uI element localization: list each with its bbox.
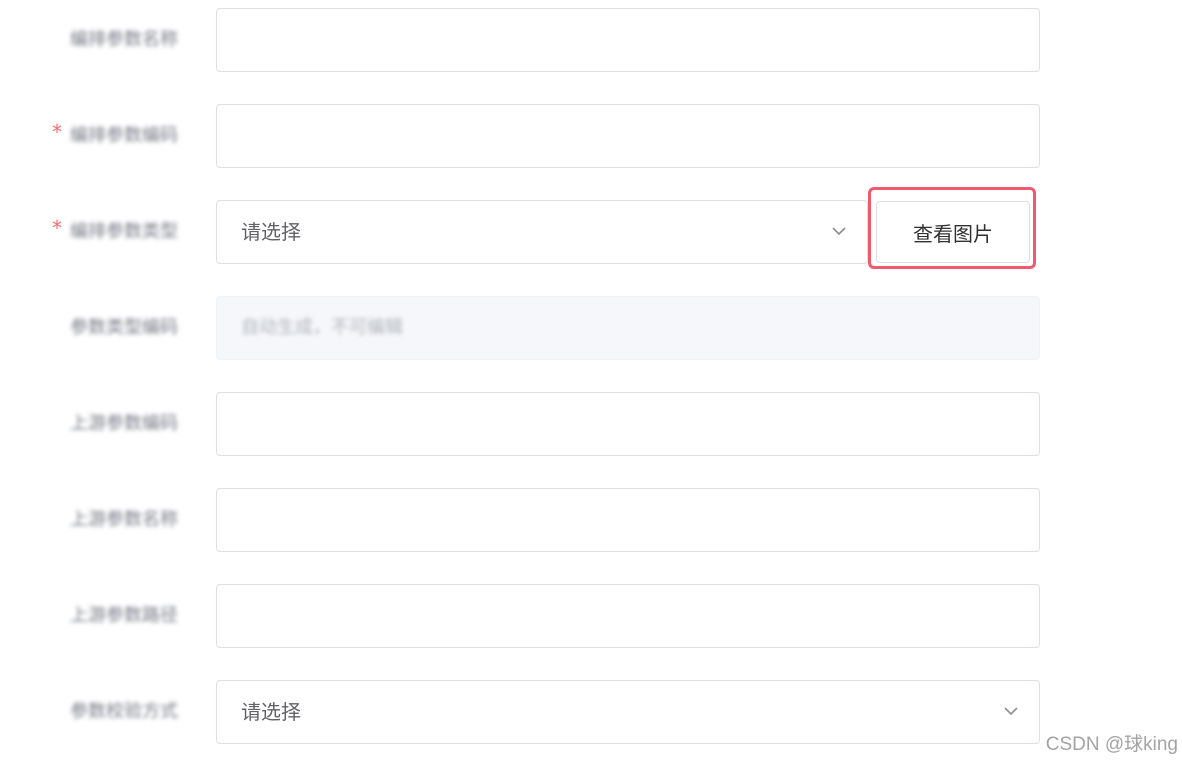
required-mark: * xyxy=(52,216,62,240)
field-label: 参数类型编码 xyxy=(70,318,178,338)
field-label: 参数校验方式 xyxy=(70,702,178,722)
form-row-arrange-param-name: 编排参数名称 xyxy=(0,8,1182,72)
field-label: 编排参数名称 xyxy=(70,30,178,50)
watermark: CSDN @球king xyxy=(1045,734,1178,755)
upstream-param-name-input[interactable] xyxy=(216,488,1040,552)
chevron-down-icon[interactable] xyxy=(1003,703,1018,717)
field-label: 上游参数编码 xyxy=(70,414,178,434)
upstream-param-path-input[interactable] xyxy=(216,584,1040,648)
param-type-code-input: 自动生成，不可编辑 xyxy=(216,296,1040,360)
form-row-upstream-param-path: 上游参数路径 xyxy=(0,584,1182,648)
form-row-param-type-code: 参数类型编码 自动生成，不可编辑 xyxy=(0,296,1182,360)
required-mark: * xyxy=(52,120,62,144)
arrange-param-code-input[interactable] xyxy=(216,104,1040,168)
field-label: 上游参数名称 xyxy=(70,510,178,530)
param-validation-select[interactable]: 请选择 xyxy=(216,680,1040,744)
upstream-param-code-input[interactable] xyxy=(216,392,1040,456)
view-image-button[interactable]: 查看图片 xyxy=(876,201,1030,263)
select-placeholder: 请选择 xyxy=(241,700,301,724)
field-label: 编排参数编码 xyxy=(70,126,178,146)
field-label: 编排参数类型 xyxy=(70,222,178,242)
form-row-upstream-param-name: 上游参数名称 xyxy=(0,488,1182,552)
chevron-down-icon[interactable] xyxy=(831,223,846,237)
form-row-arrange-param-code: * 编排参数编码 xyxy=(0,104,1182,168)
arrange-param-name-input[interactable] xyxy=(216,8,1040,72)
disabled-placeholder: 自动生成，不可编辑 xyxy=(241,317,403,338)
select-placeholder: 请选择 xyxy=(241,220,301,244)
form-row-upstream-param-code: 上游参数编码 xyxy=(0,392,1182,456)
form-row-param-validation: 参数校验方式 请选择 xyxy=(0,680,1182,744)
field-label: 上游参数路径 xyxy=(70,606,178,626)
arrange-param-type-select[interactable]: 请选择 xyxy=(216,200,868,264)
